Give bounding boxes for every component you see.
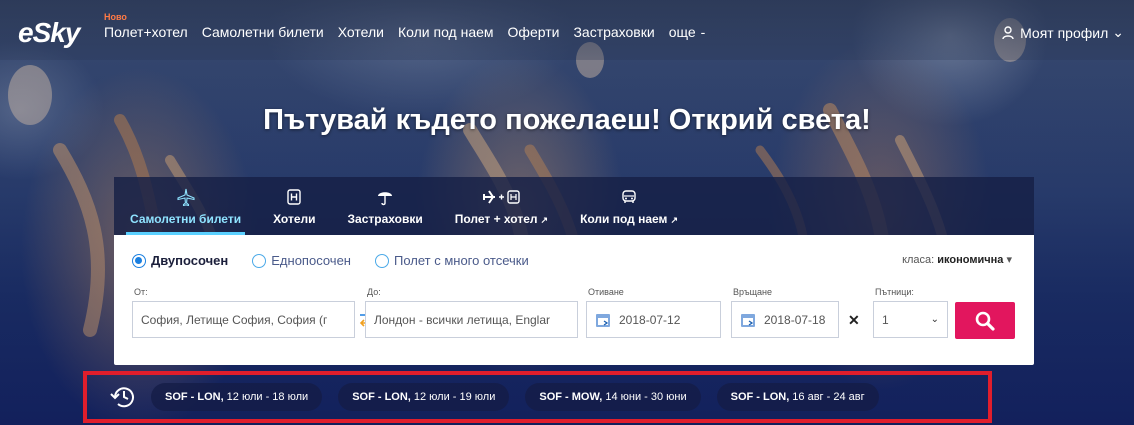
from-input[interactable]: София, Летище София, София (г xyxy=(132,301,355,338)
radio-round-trip-label: Двупосочен xyxy=(151,253,229,268)
chevron-down-icon: - xyxy=(700,24,706,40)
recent-search-chip[interactable]: SOF - MOW, 14 юни - 30 юни xyxy=(525,383,701,411)
umbrella-icon xyxy=(377,186,393,208)
chevron-down-icon: ⌄ xyxy=(1112,24,1124,40)
external-link-icon: ↗ xyxy=(540,215,549,225)
recent-search-chip[interactable]: SOF - LON, 16 авг - 24 авг xyxy=(716,383,879,411)
tab-hotels[interactable]: Хотели xyxy=(257,177,331,235)
tab-car-rental-text: Коли под наем xyxy=(580,212,668,226)
to-value: Лондон - всички летища, Englar xyxy=(374,312,551,327)
tab-flight-hotel-label: Полет + хотел ↗ xyxy=(455,212,548,226)
recent-route: SOF - MOW, xyxy=(539,391,603,403)
tab-flights[interactable]: Самолетни билети xyxy=(114,177,257,235)
caret-down-icon: ▾ xyxy=(1006,254,1012,266)
radio-one-way-label: Еднопосочен xyxy=(271,253,351,268)
tab-flight-hotel[interactable]: Полет + хотел ↗ xyxy=(439,177,564,235)
radio-unchecked-icon xyxy=(374,253,389,268)
return-date-input[interactable]: 2018-07-18 xyxy=(731,301,839,338)
car-icon xyxy=(621,186,637,208)
trip-type-options: Двупосочен Еднопосочен Полет с много отс… xyxy=(132,253,553,268)
clear-return-date-icon[interactable]: ✕ xyxy=(848,312,860,329)
recent-searches: SOF - LON, 12 юли - 18 юли SOF - LON, 12… xyxy=(83,371,992,423)
to-label: До: xyxy=(367,287,381,297)
cabin-class-label: класа: xyxy=(902,254,935,266)
chevron-down-icon: ⌄ xyxy=(930,314,939,325)
search-button[interactable] xyxy=(955,302,1015,339)
passengers-label: Пътници: xyxy=(875,287,914,297)
to-input[interactable]: Лондон - всички летища, Englar xyxy=(365,301,578,338)
recent-dates: 16 авг - 24 авг xyxy=(792,391,865,403)
from-value: София, Летище София, София (г xyxy=(141,312,328,327)
depart-date-value: 2018-07-12 xyxy=(619,312,681,327)
cabin-class-select[interactable]: класа: икономична ▾ xyxy=(902,253,1012,266)
recent-route: SOF - LON, xyxy=(730,391,790,403)
recent-dates: 12 юли - 18 юли xyxy=(226,391,309,403)
esky-logo[interactable]: eSky xyxy=(18,17,80,49)
nav-hotels[interactable]: Хотели xyxy=(338,24,384,40)
calendar-icon xyxy=(740,312,756,328)
tab-flights-label: Самолетни билети xyxy=(130,212,242,226)
nav-flights[interactable]: Самолетни билети xyxy=(202,24,324,40)
tab-car-rental-label: Коли под наем ↗ xyxy=(580,212,678,226)
my-profile-menu[interactable]: Моят профил ⌄ xyxy=(1002,24,1124,41)
plane-hotel-icon xyxy=(481,186,521,208)
calendar-icon xyxy=(595,312,611,328)
from-label: От: xyxy=(134,287,148,297)
nav-insurance[interactable]: Застраховки xyxy=(573,24,654,40)
top-navigation: eSky Ново Полет+хотел Самолетни билети Х… xyxy=(0,0,1134,60)
external-link-icon: ↗ xyxy=(670,215,678,225)
nav-flight-hotel-label: Полет+хотел xyxy=(104,24,188,40)
return-date-value: 2018-07-18 xyxy=(764,312,826,327)
passengers-select[interactable]: 1 ⌄ xyxy=(873,301,948,338)
nav-more-menu[interactable]: още - xyxy=(669,24,706,40)
radio-one-way[interactable]: Еднопосочен xyxy=(252,253,351,268)
recent-dates: 14 юни - 30 юни xyxy=(605,391,687,403)
main-menu: Ново Полет+хотел Самолетни билети Хотели… xyxy=(104,12,719,40)
my-profile-label: Моят профил xyxy=(1020,24,1109,41)
depart-date-input[interactable]: 2018-07-12 xyxy=(586,301,721,338)
hero-headline: Пътувай където пожелаеш! Открий света! xyxy=(263,104,871,136)
nav-offers[interactable]: Оферти xyxy=(508,24,560,40)
recent-search-chip[interactable]: SOF - LON, 12 юли - 19 юли xyxy=(338,383,510,411)
recent-search-chip[interactable]: SOF - LON, 12 юли - 18 юли xyxy=(151,383,323,411)
radio-unchecked-icon xyxy=(252,253,267,268)
cabin-class-value: икономична xyxy=(937,254,1004,266)
nav-more-label: още xyxy=(668,24,696,40)
radio-multi-city-label: Полет с много отсечки xyxy=(393,253,529,268)
tab-flight-hotel-text: Полет + хотел xyxy=(454,212,538,226)
new-badge: Ново xyxy=(104,12,127,22)
return-label: Връщане xyxy=(733,287,773,297)
plane-icon xyxy=(176,186,195,208)
tab-insurance[interactable]: Застраховки xyxy=(332,177,439,235)
search-icon xyxy=(975,311,995,331)
nav-car-rental[interactable]: Коли под наем xyxy=(398,24,494,40)
history-icon xyxy=(109,382,139,412)
radio-checked-icon xyxy=(132,253,146,268)
radio-round-trip[interactable]: Двупосочен xyxy=(132,253,228,268)
tab-hotels-label: Хотели xyxy=(273,212,316,226)
recent-route: SOF - LON, xyxy=(352,391,411,403)
radio-multi-city[interactable]: Полет с много отсечки xyxy=(374,253,529,268)
depart-label: Отиване xyxy=(588,287,624,297)
passengers-value: 1 xyxy=(882,312,889,327)
hotel-icon xyxy=(287,186,301,208)
person-icon xyxy=(1002,25,1014,40)
flight-search-form: Двупосочен Еднопосочен Полет с много отс… xyxy=(114,235,1034,365)
tab-car-rental[interactable]: Коли под наем ↗ xyxy=(564,177,694,235)
recent-route: SOF - LON, xyxy=(165,391,224,403)
nav-flight-hotel[interactable]: Ново Полет+хотел xyxy=(104,12,188,40)
product-tabs: Самолетни билети Хотели Застраховки Поле… xyxy=(114,177,1034,235)
tab-insurance-label: Застраховки xyxy=(347,212,423,226)
recent-dates: 12 юли - 19 юли xyxy=(413,391,496,403)
